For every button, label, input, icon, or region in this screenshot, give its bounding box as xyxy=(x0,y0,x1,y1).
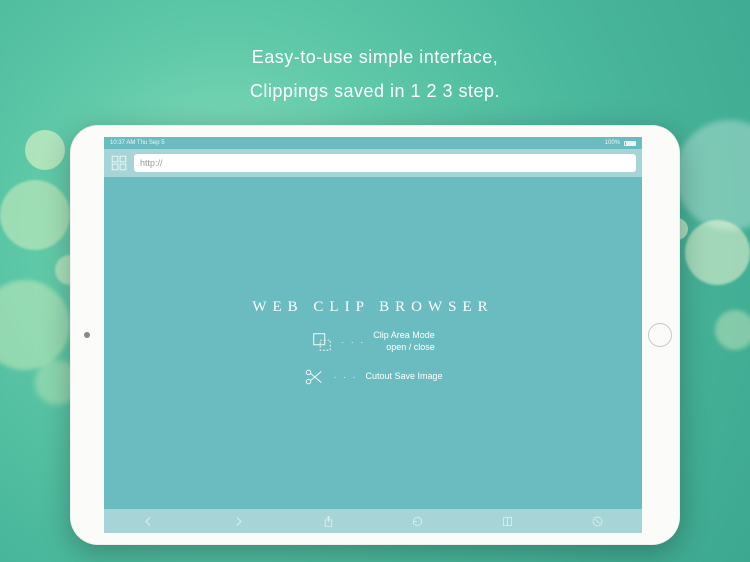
clip-area-icon xyxy=(311,332,333,352)
app-title: WEB CLIP BROWSER xyxy=(252,299,493,316)
headline-line-2: Clippings saved in 1 2 3 step. xyxy=(0,74,750,108)
battery-icon xyxy=(624,141,636,146)
camera-icon xyxy=(84,332,90,338)
back-button[interactable] xyxy=(137,509,161,533)
tablet-frame: 10:37 AM Thu Sep 5 100% http:// WEB CLIP… xyxy=(70,125,680,545)
headline-line-1: Easy-to-use simple interface, xyxy=(0,40,750,74)
refresh-button[interactable] xyxy=(406,509,430,533)
promo-headline: Easy-to-use simple interface, Clippings … xyxy=(0,40,750,108)
feature-clip-area-text: Clip Area Mode open / close xyxy=(373,330,435,353)
bottom-toolbar xyxy=(104,509,642,533)
status-bar: 10:37 AM Thu Sep 5 100% xyxy=(104,137,642,149)
url-input[interactable]: http:// xyxy=(134,154,636,172)
share-button[interactable] xyxy=(316,509,340,533)
url-value: http:// xyxy=(140,158,163,168)
status-right: 100% xyxy=(605,140,636,146)
url-bar: http:// xyxy=(104,149,642,177)
scissors-icon xyxy=(303,367,325,387)
battery-percent: 100% xyxy=(605,140,620,146)
feature-clip-area: · · · Clip Area Mode open / close xyxy=(311,330,435,353)
forward-button[interactable] xyxy=(226,509,250,533)
feature1-line1: Clip Area Mode xyxy=(373,330,435,342)
feature2-text: Cutout Save Image xyxy=(365,371,442,383)
dots: · · · xyxy=(341,337,365,347)
home-button[interactable] xyxy=(648,323,672,347)
bookmarks-button[interactable] xyxy=(495,509,519,533)
status-time: 10:37 AM Thu Sep 5 xyxy=(110,140,165,146)
stop-button[interactable] xyxy=(585,509,609,533)
browser-content: WEB CLIP BROWSER · · · Clip Area Mode op… xyxy=(104,177,642,509)
dots: · · · xyxy=(333,372,357,382)
feature-cutout-save: · · · Cutout Save Image xyxy=(303,367,442,387)
feature1-line2: open / close xyxy=(373,342,435,354)
tablet-screen: 10:37 AM Thu Sep 5 100% http:// WEB CLIP… xyxy=(104,137,642,533)
grid-icon[interactable] xyxy=(110,154,128,172)
